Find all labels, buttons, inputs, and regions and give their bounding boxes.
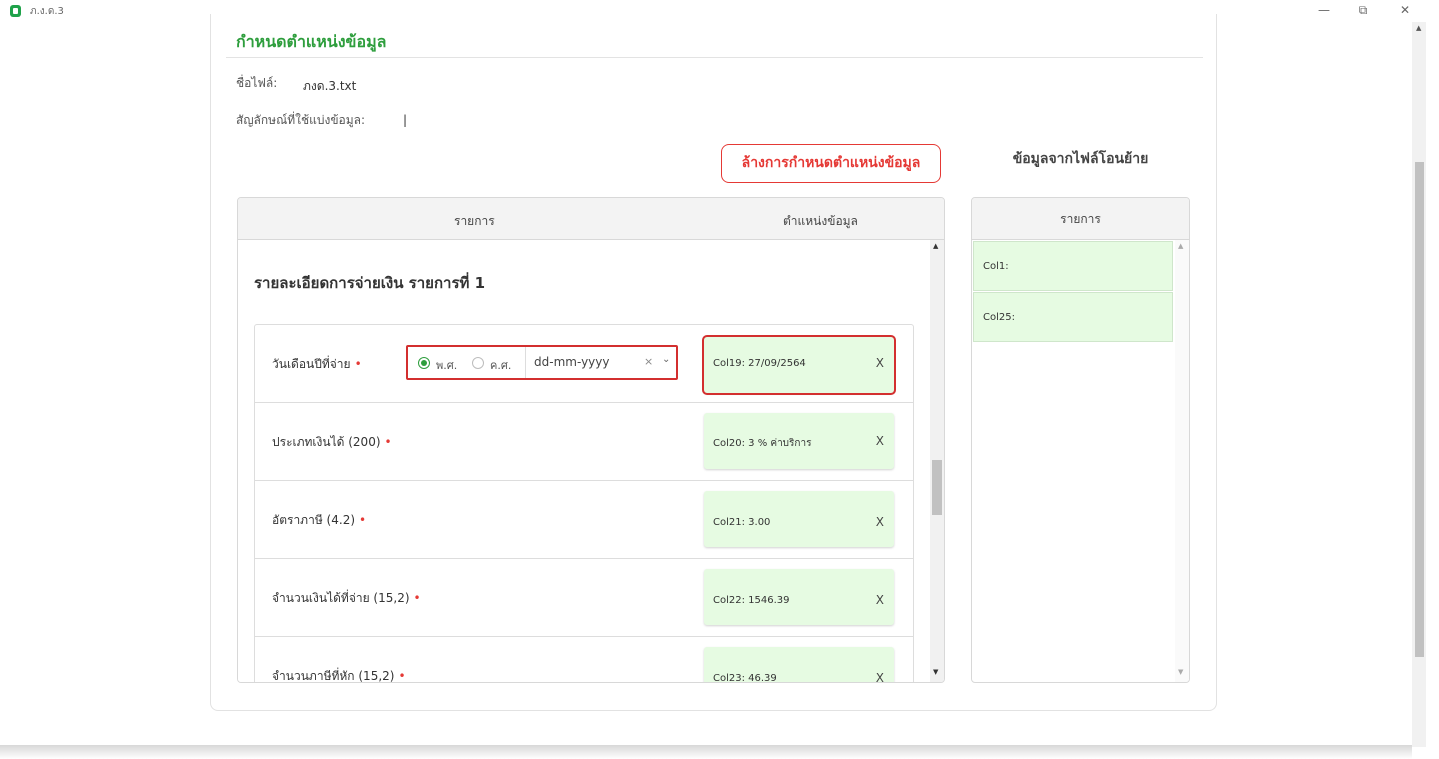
table-row: ประเภทเงินได้ (200) • Col20: 3 % ค่าบริกา… (255, 403, 913, 481)
column-header-item: รายการ (454, 214, 495, 228)
remove-mapping-button[interactable]: X (876, 515, 884, 529)
table-row: อัตราภาษี (4.2) • Col21: 3.00 X (255, 481, 913, 559)
required-marker: • (359, 513, 367, 527)
source-columns-header: รายการ (972, 198, 1189, 240)
required-marker: • (384, 435, 392, 449)
clear-icon[interactable]: × (644, 355, 653, 368)
christian-era-radio[interactable] (472, 357, 484, 369)
close-window-button[interactable]: ✕ (1390, 0, 1420, 22)
field-label: อัตราภาษี (4.2) • (272, 513, 367, 527)
clear-mapping-button[interactable]: ล้างการกำหนดตำแหน่งข้อมูล (721, 144, 941, 183)
mapped-value-cell[interactable]: Col22: 1546.39 X (704, 569, 894, 625)
chevron-down-icon[interactable]: ⌄ (662, 354, 670, 365)
mapped-value-cell[interactable]: Col19: 27/09/2564 X (702, 335, 896, 395)
field-label: ประเภทเงินได้ (200) • (272, 435, 392, 449)
date-format-picker: พ.ศ. ค.ศ. dd-mm-yyyy × ⌄ (406, 345, 678, 380)
remove-mapping-button[interactable]: X (876, 434, 884, 448)
date-divider (525, 347, 526, 378)
window-bottom-edge (0, 745, 1412, 759)
window-title: ภ.ง.ด.3 (30, 6, 64, 17)
mapped-value-cell[interactable]: Col23: 46.39 X (704, 647, 894, 682)
mapping-table-scrollbar[interactable]: ▲ ▼ (930, 240, 944, 682)
page-scrollbar-thumb[interactable] (1415, 162, 1424, 657)
mapping-table: รายการ ตำแหน่งข้อมูล รายละเอียดการจ่ายเง… (237, 197, 945, 683)
table-row: จำนวนเงินได้ที่จ่าย (15,2) • Col22: 1546.… (255, 559, 913, 637)
remove-mapping-button[interactable]: X (876, 671, 884, 682)
scroll-down-icon[interactable]: ▼ (1178, 668, 1183, 676)
buddhist-era-label[interactable]: พ.ศ. (436, 356, 457, 374)
mapped-value: Col22: 1546.39 (713, 595, 790, 606)
table-row: จำนวนภาษีที่หัก (15,2) • Col23: 46.39 X (255, 637, 913, 682)
source-column-item[interactable]: Col25: (973, 292, 1173, 342)
mapping-table-header: รายการ ตำแหน่งข้อมูล (238, 198, 944, 240)
field-rows: วันเดือนปีที่จ่าย • พ.ศ. ค.ศ. dd-mm-yyyy … (254, 324, 914, 682)
mapping-table-scrollbar-thumb[interactable] (932, 460, 942, 515)
date-format-select[interactable]: dd-mm-yyyy (534, 355, 609, 369)
scroll-up-icon[interactable]: ▲ (1178, 242, 1183, 250)
remove-mapping-button[interactable]: X (876, 593, 884, 607)
app-logo-icon (10, 5, 21, 17)
section-title: รายละเอียดการจ่ายเงิน รายการที่ 1 (254, 274, 486, 292)
source-columns-table: รายการ Col1: Col25: ▲ ▼ (971, 197, 1190, 683)
christian-era-label[interactable]: ค.ศ. (490, 356, 511, 374)
scroll-up-icon[interactable]: ▲ (933, 242, 938, 250)
delimiter-value: | (403, 113, 408, 127)
mapped-value: Col21: 3.00 (713, 517, 771, 528)
restore-button[interactable]: ⧉ (1348, 0, 1378, 22)
scroll-up-icon[interactable]: ▲ (1416, 24, 1421, 32)
file-name-value: ภงด.3.txt (303, 79, 357, 93)
field-label: วันเดือนปีที่จ่าย • (272, 357, 362, 371)
page-title: กำหนดตำแหน่งข้อมูล (236, 32, 387, 51)
source-columns-scrollbar[interactable]: ▲ ▼ (1175, 240, 1189, 682)
delimiter-label: สัญลักษณ์ที่ใช้แบ่งข้อมูล: (236, 113, 366, 127)
table-row: วันเดือนปีที่จ่าย • พ.ศ. ค.ศ. dd-mm-yyyy … (255, 325, 913, 403)
mapped-value: Col20: 3 % ค่าบริการ (713, 438, 812, 449)
transfer-file-heading: ข้อมูลจากไฟล์โอนย้าย (1012, 151, 1149, 167)
file-name-label: ชื่อไฟล์: (236, 76, 278, 90)
buddhist-era-radio[interactable] (418, 357, 430, 369)
field-label: จำนวนภาษีที่หัก (15,2) • (272, 669, 406, 682)
page-scrollbar[interactable]: ▲ (1412, 22, 1426, 747)
mapped-value: Col23: 46.39 (713, 673, 777, 682)
mapped-value-cell[interactable]: Col21: 3.00 X (704, 491, 894, 547)
column-header-position: ตำแหน่งข้อมูล (783, 214, 858, 228)
title-divider (226, 57, 1203, 58)
source-column-item[interactable]: Col1: (973, 241, 1173, 291)
minimize-button[interactable]: — (1309, 0, 1339, 22)
mapped-value: Col19: 27/09/2564 (713, 358, 806, 369)
field-label: จำนวนเงินได้ที่จ่าย (15,2) • (272, 591, 421, 605)
required-marker: • (413, 591, 421, 605)
mapping-table-body[interactable]: รายละเอียดการจ่ายเงิน รายการที่ 1 วันเดื… (238, 240, 930, 682)
remove-mapping-button[interactable]: X (876, 356, 884, 370)
mapped-value-cell[interactable]: Col20: 3 % ค่าบริการ X (704, 413, 894, 469)
required-marker: • (398, 669, 406, 682)
scroll-down-icon[interactable]: ▼ (933, 668, 938, 676)
required-marker: • (354, 357, 362, 371)
